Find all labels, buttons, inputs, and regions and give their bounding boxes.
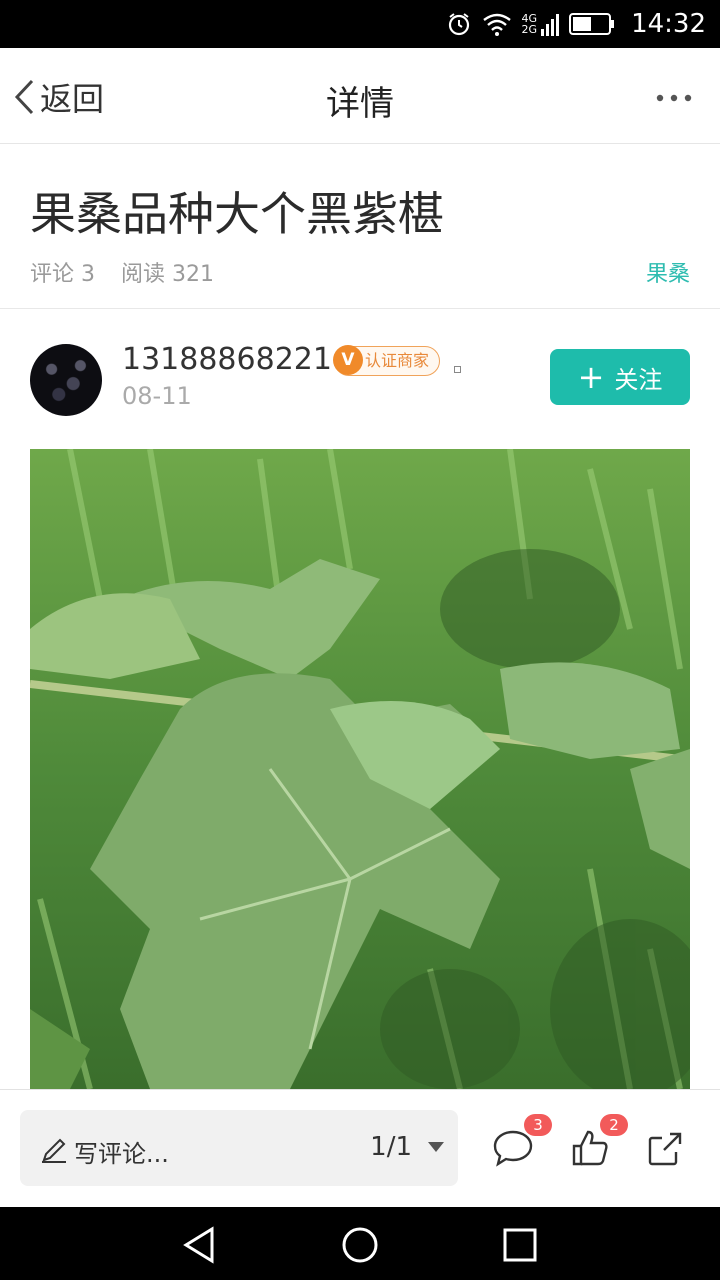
page-title: 详情: [326, 84, 394, 124]
pencil-icon: [42, 1138, 66, 1163]
badge-label: 认证商家: [365, 351, 430, 370]
status-bar: 4G 2G 14:32: [0, 0, 720, 48]
avatar[interactable]: [30, 344, 102, 416]
category-tag[interactable]: 果桑: [646, 256, 690, 288]
comment-input[interactable]: 写评论... 1/1: [20, 1110, 458, 1186]
follow-button[interactable]: + 关注: [550, 349, 690, 405]
alarm-icon: [448, 13, 469, 36]
more-options-button[interactable]: [656, 84, 692, 104]
battery-icon: [569, 13, 615, 35]
comments-button[interactable]: 3: [492, 1114, 552, 1172]
bottom-action-bar: 写评论... 1/1 3 2: [0, 1089, 720, 1207]
post-meta: 评论 3 阅读 321: [30, 256, 214, 288]
status-time: 14:32: [631, 9, 706, 39]
mulberry-leaves-photo: [30, 449, 690, 1089]
signal-icon: [541, 14, 560, 36]
system-nav-bar: [0, 1207, 720, 1280]
more-dots-icon: [656, 94, 692, 102]
share-button[interactable]: [646, 1128, 686, 1172]
plus-icon: +: [577, 358, 605, 396]
post-photo[interactable]: [30, 449, 690, 1089]
square-dot-icon: [454, 366, 461, 373]
home-circle-icon[interactable]: [340, 1225, 380, 1265]
comment-count-label: 评论 3: [30, 262, 95, 287]
verified-v-icon: V: [333, 345, 363, 375]
follow-label: 关注: [614, 365, 663, 394]
post-date: 08-11: [122, 382, 192, 410]
network-type-bottom: 2G: [521, 23, 538, 36]
verified-merchant-badge: V 认证商家: [333, 345, 441, 376]
post-title: 果桑品种大个黑紫椹: [30, 187, 444, 241]
recents-square-icon[interactable]: [502, 1227, 538, 1263]
top-nav-bar: 返回 详情: [0, 48, 720, 144]
network-type: 4G 2G: [522, 13, 538, 35]
read-count-label: 阅读 321: [121, 262, 214, 287]
dropdown-caret-icon[interactable]: [428, 1142, 444, 1152]
wifi-icon: [482, 13, 511, 36]
like-count-badge: 2: [600, 1114, 628, 1136]
page-indicator[interactable]: 1/1: [370, 1132, 412, 1162]
comment-placeholder: 写评论...: [74, 1140, 169, 1168]
like-button[interactable]: 2: [570, 1114, 628, 1172]
divider: [0, 308, 720, 309]
comment-count-badge: 3: [524, 1114, 552, 1136]
share-icon: [648, 1132, 682, 1166]
author-name[interactable]: 13188868221: [122, 342, 332, 377]
back-triangle-icon[interactable]: [180, 1225, 220, 1265]
